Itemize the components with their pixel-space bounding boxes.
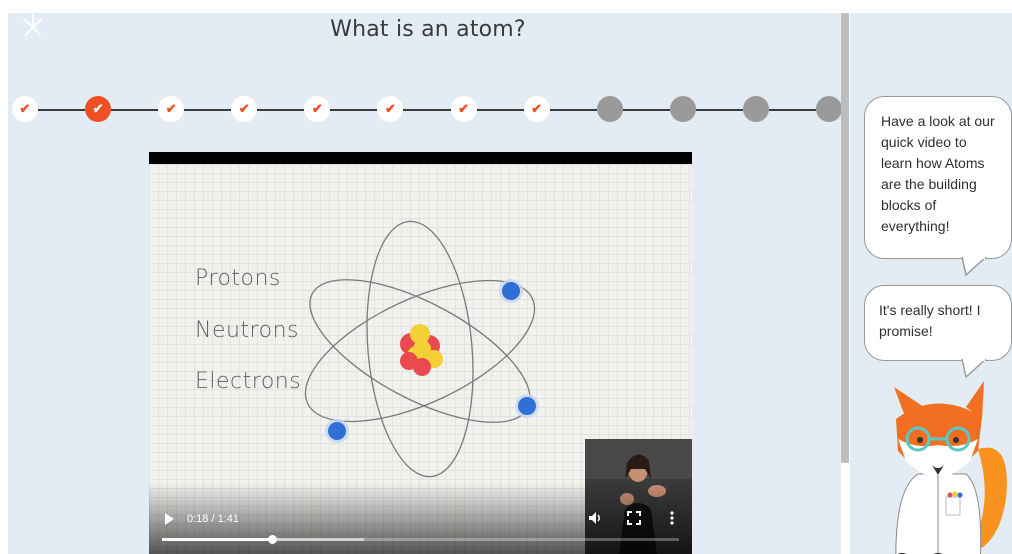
progress-connector (111, 109, 159, 111)
check-icon: ✔ (385, 101, 396, 116)
progress-step-5[interactable]: ✔ (304, 96, 331, 122)
check-icon: ✔ (165, 101, 177, 116)
progress-step-7[interactable]: ✔ (450, 96, 477, 122)
speech-bubble-short: It's really short! I promise! (864, 285, 1012, 361)
progress-step-8[interactable]: ✔ (523, 96, 550, 122)
guide-sidebar: Have a look at our quick video to learn … (850, 13, 1012, 554)
progress-step-9[interactable] (596, 96, 623, 122)
nucleus-icon (400, 324, 443, 376)
seek-played (162, 538, 273, 541)
progress-connector (695, 109, 743, 111)
progress-step-11[interactable] (742, 96, 769, 122)
check-icon: ✔ (458, 101, 469, 116)
progress-step-10[interactable] (669, 96, 696, 122)
progress-connector (184, 109, 232, 111)
progress-step-1[interactable]: ✔ (12, 96, 38, 122)
progress-connector (330, 109, 378, 111)
check-icon: ✔ (238, 101, 250, 116)
lesson-panel: What is an atom? ✔ ✔ ✔ ✔ ✔ ✔ ✔ ✔ Protons Neutro… (8, 13, 841, 554)
bubble-tail-icon (961, 359, 987, 379)
time-display: 0:18 / 1:41 (187, 513, 239, 525)
progress-step-4[interactable]: ✔ (231, 96, 258, 122)
check-icon: ✔ (92, 101, 104, 116)
bubble-tail-icon (961, 257, 987, 277)
video-player[interactable]: Protons Neutrons Electrons 0:18 / 1:41 (149, 152, 692, 554)
more-vert-icon[interactable] (668, 510, 676, 526)
volume-icon[interactable] (587, 510, 603, 526)
progress-connector (403, 109, 451, 111)
protons-label: Protons (195, 266, 281, 291)
speech-bubble-intro: Have a look at our quick video to learn … (864, 96, 1012, 259)
check-icon: ✔ (311, 101, 323, 116)
progress-connector (768, 109, 816, 111)
play-icon[interactable] (165, 513, 174, 525)
progress-step-2[interactable]: ✔ (85, 96, 112, 122)
atom-illustration (304, 220, 539, 478)
progress-step-6[interactable]: ✔ (377, 96, 404, 122)
progress-stepper: ✔ ✔ ✔ ✔ ✔ ✔ ✔ ✔ (8, 13, 841, 143)
progress-connector (38, 109, 86, 111)
progress-step-3[interactable]: ✔ (158, 96, 185, 122)
progress-connector (622, 109, 670, 111)
fox-mascot-icon (894, 381, 1007, 554)
neutrons-label: Neutrons (195, 318, 299, 343)
progress-connector (257, 109, 305, 111)
progress-step-12[interactable] (816, 96, 841, 122)
scrollbar-thumb[interactable] (841, 13, 849, 463)
check-icon: ✔ (19, 101, 31, 116)
progress-connector (549, 109, 597, 111)
fullscreen-icon[interactable] (626, 510, 642, 526)
progress-connector (476, 109, 524, 111)
check-icon: ✔ (531, 101, 543, 116)
electrons-label: Electrons (195, 369, 302, 394)
